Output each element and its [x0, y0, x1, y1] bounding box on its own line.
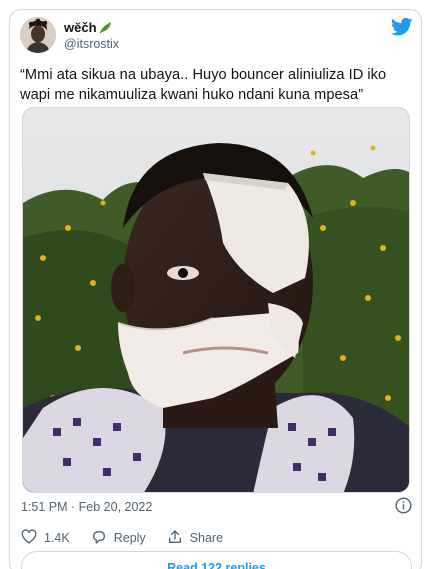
- twitter-bird-icon[interactable]: [390, 17, 413, 37]
- share-button[interactable]: Share: [167, 529, 223, 548]
- read-replies-button[interactable]: Read 122 replies: [21, 551, 412, 569]
- share-icon: [167, 529, 183, 548]
- share-label: Share: [189, 531, 224, 545]
- reply-icon: [91, 529, 107, 548]
- tweet-text: “Mmi ata sikua na ubaya.. Huyo bouncer a…: [20, 67, 387, 103]
- author-names: wĕčh @itsrostix: [64, 20, 119, 51]
- tweet-photo[interactable]: [22, 107, 410, 493]
- display-name-text[interactable]: wĕčh: [64, 20, 97, 35]
- reply-label: Reply: [113, 531, 146, 545]
- leaf-emoji-icon: [99, 21, 112, 34]
- avatar[interactable]: [20, 17, 56, 53]
- reply-button[interactable]: Reply: [91, 529, 146, 548]
- tweet-timestamp[interactable]: 1:51 PM · Feb 20, 2022: [21, 500, 152, 514]
- tweet-card: wĕčh @itsrostix “Mmi ata sikua na ubaya.…: [9, 9, 422, 569]
- author-display-name[interactable]: wĕčh: [64, 20, 119, 35]
- like-button[interactable]: 1.4K: [21, 528, 70, 548]
- heart-icon: [21, 528, 37, 548]
- like-count: 1.4K: [44, 531, 70, 545]
- author-handle[interactable]: @itsrostix: [64, 37, 119, 51]
- tweet-actions: 1.4K Reply Share: [21, 528, 244, 548]
- tweet-header: wĕčh @itsrostix: [20, 17, 413, 57]
- info-icon[interactable]: [395, 497, 412, 514]
